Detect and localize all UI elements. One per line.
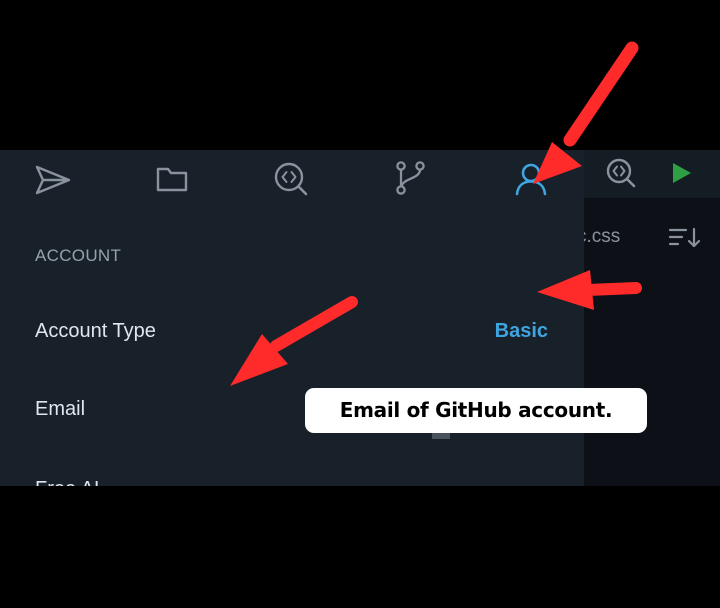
arrow-to-account-icon <box>533 41 639 184</box>
arrow-to-basic <box>537 270 642 310</box>
red-arrow-annotation <box>230 41 642 386</box>
arrow-to-email <box>230 296 358 386</box>
